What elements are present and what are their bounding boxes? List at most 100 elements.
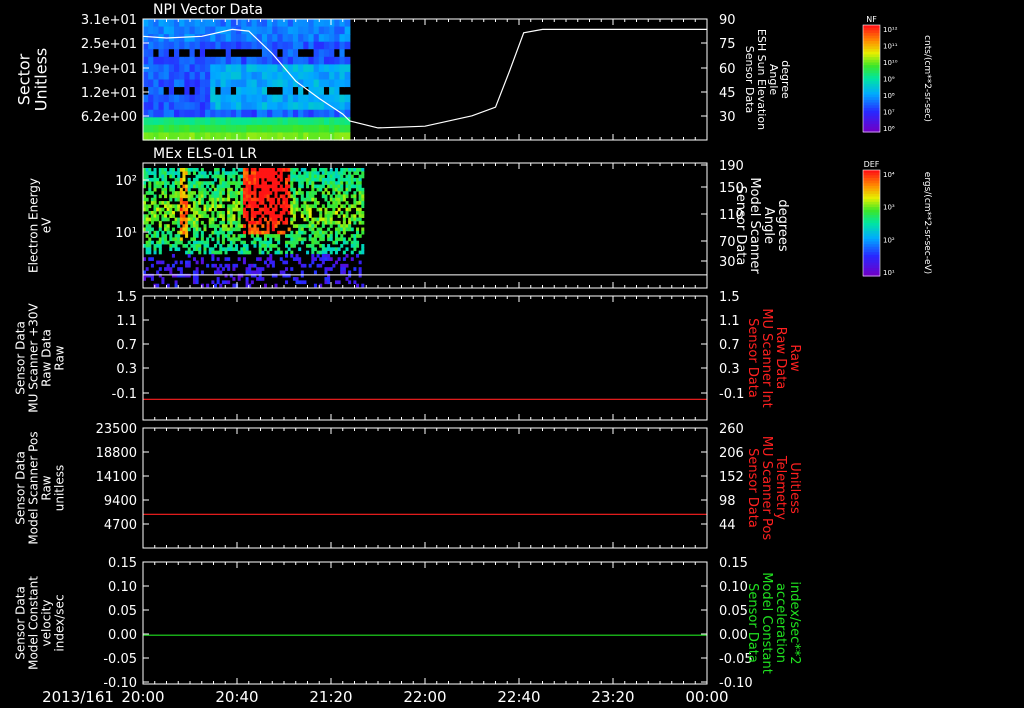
spectrogram-cell [205,26,211,35]
spectrogram-cell [342,220,346,225]
spectrogram-cell [205,79,211,88]
spectrogram-cell [237,210,241,215]
spectrogram-cell [282,201,286,205]
spectrogram-cell [308,227,312,232]
spectrogram-cell [267,34,273,43]
spectrogram-cell [224,247,228,252]
spectrogram-cell [344,64,351,73]
spectrogram-cell [177,240,181,245]
spectrogram-cell [174,87,180,96]
spectrogram-cell [292,109,299,118]
spectrogram-cell [214,201,218,205]
spectrogram-cell [295,230,299,235]
spectrogram-cell [240,207,244,212]
spectrogram-cell [332,220,336,225]
spectrogram-cell [277,26,284,35]
spectrogram-cell [344,102,351,111]
spectrogram-cell [316,227,320,232]
spectrogram-cell [321,237,325,242]
spectrogram-cell [236,94,242,103]
spectrogram-cell [256,277,260,281]
spectrogram-cell [221,204,225,209]
spectrogram-cell [221,184,225,189]
spectrogram-cell [163,94,170,103]
spectrogram-cell [161,237,165,242]
spectrogram-cell [334,220,339,225]
spectrogram-cell [263,168,267,172]
spectrogram-cell [321,230,325,235]
spectrogram-cell [263,244,267,248]
spectrogram-cell [179,230,183,235]
spectrogram-cell [198,250,202,255]
spectrogram-cell [174,94,180,103]
spectrogram-cell [342,197,346,202]
spectrogram-cell [256,227,260,232]
spectrogram-cell [329,220,333,225]
spectrogram-cell [313,34,320,43]
spectrogram-cell [235,181,239,185]
spectrogram-cell [353,280,357,285]
spectrogram-cell [221,267,225,271]
spectrogram-cell [282,26,289,35]
spectrogram-cell [295,207,299,212]
spectrogram-cell [164,237,168,242]
spectrogram-cell [329,79,335,88]
right-tick-label: 0.10 [719,580,748,595]
spectrogram-cell [353,197,357,202]
colorbar-unit: ergs/(cm**2-sr-sec-eV) [922,172,932,274]
spectrogram-cell [195,234,199,238]
spectrogram-cell [258,237,262,242]
spectrogram-cell [303,102,310,111]
spectrogram-cell [203,207,207,212]
spectrogram-cell [344,87,351,96]
spectrogram-cell [145,214,149,218]
spectrogram-cell [334,184,339,189]
spectrogram-cell [182,191,186,195]
spectrogram-cell [274,204,278,209]
spectrogram-cell [163,49,170,58]
spectrogram-cell [277,87,284,96]
spectrogram-cell [287,184,291,189]
spectrogram-cell [303,94,310,103]
spectrogram-cell [164,214,168,218]
spectrogram-cell [344,41,351,50]
spectrogram-cell [208,171,212,176]
spectrogram-cell [220,117,227,126]
spectrogram-cell [261,26,268,35]
spectrogram-cell [211,194,215,199]
spectrogram-cell [318,64,325,73]
spectrogram-cell [219,194,223,199]
spectrogram-cell [224,273,228,278]
spectrogram-cell [327,227,331,232]
spectrogram-cell [148,224,152,228]
spectrogram-cell [230,71,237,81]
spectrogram-cell [156,283,160,288]
spectrogram-cell [182,227,186,232]
spectrogram-cell [174,109,180,118]
spectrogram-cell [164,181,168,185]
spectrogram-cell [287,273,291,278]
spectrogram-cell [163,26,170,35]
spectrogram-cell [237,237,241,242]
spectrogram-cell [169,168,173,172]
spectrogram-cell [227,191,231,195]
spectrogram-cell [324,207,328,212]
spectrogram-cell [256,109,263,118]
spectrogram-cell [145,244,149,248]
spectrogram-cell [211,210,215,215]
spectrogram-cell [266,257,270,261]
left-tick-label: 4700 [104,518,137,533]
spectrogram-cell [319,184,323,189]
spectrogram-cell [150,273,154,278]
spectrogram-cell [256,79,263,88]
spectrogram-cell [348,187,352,192]
spectrogram-cell [221,280,225,285]
spectrogram-cell [219,263,223,268]
spectrogram-cell [248,187,252,192]
spectrogram-cell [194,94,201,103]
spectrogram-cell [342,250,346,255]
spectrogram-cell [308,171,312,176]
spectrogram-cell [287,87,294,96]
spectrogram-cell [277,132,284,141]
right-axis-label: Sensor Data [745,583,760,663]
